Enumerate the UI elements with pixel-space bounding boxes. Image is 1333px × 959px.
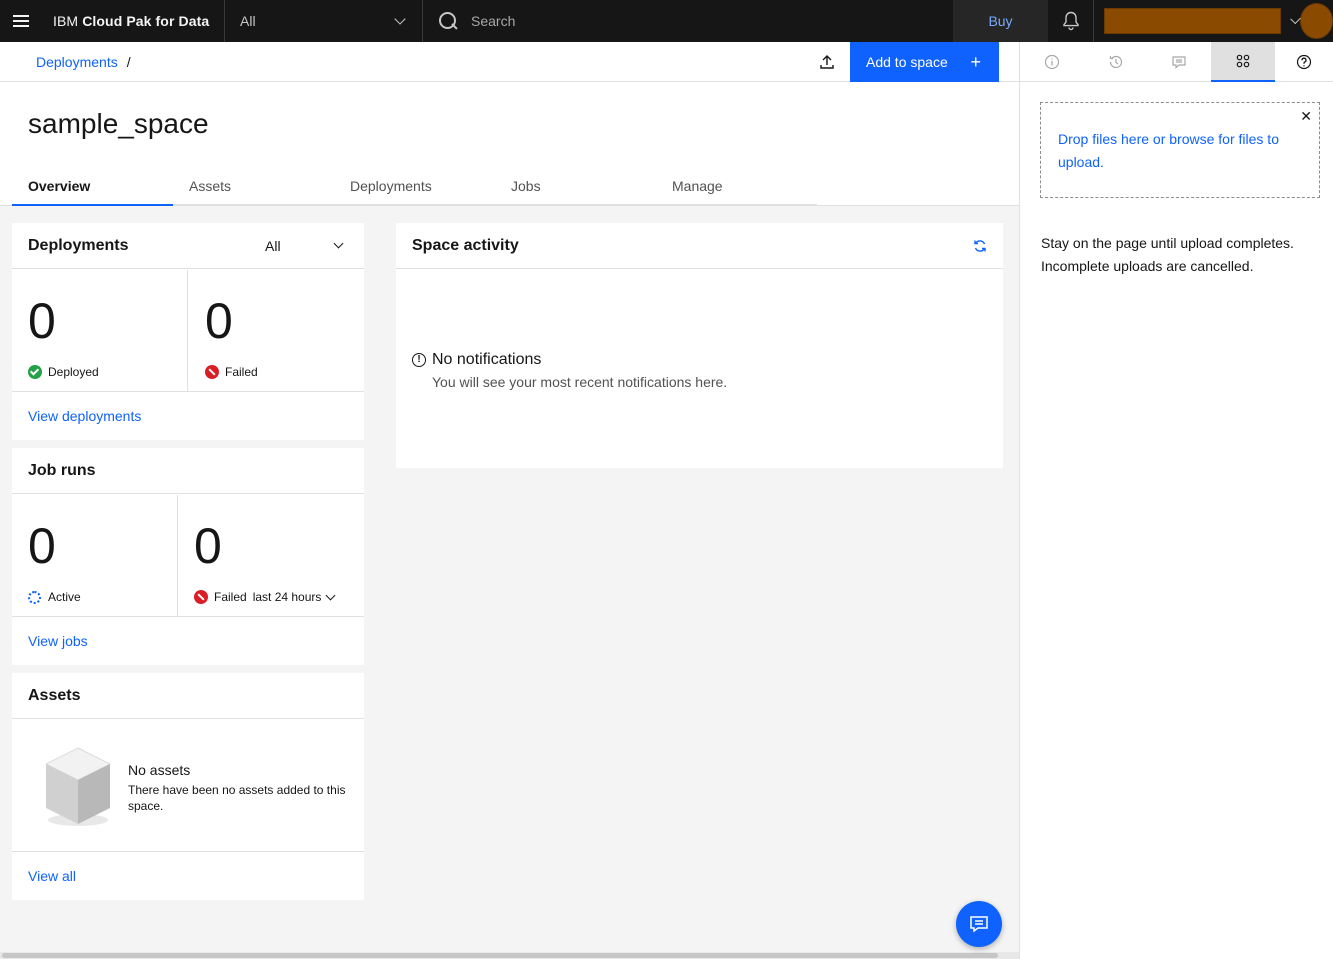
data-assets-icon[interactable] [1211,42,1276,82]
tab-assets[interactable]: Assets [173,174,334,206]
info-icon: ! [412,353,426,367]
period-value: last 24 hours [252,590,322,604]
tab-jobs[interactable]: Jobs [495,174,656,206]
add-to-space-button[interactable]: Add to space + [850,41,999,82]
notifications-empty-title: No notifications [432,351,542,368]
assets-card-title: Assets [28,686,81,704]
add-to-space-label: Add to space [866,53,948,70]
view-jobs-link[interactable]: View jobs [28,633,88,649]
error-icon [194,590,208,604]
notifications-icon[interactable] [1048,0,1093,42]
space-activity-title: Space activity [412,236,519,254]
in-progress-icon [28,590,41,604]
upload-note: Stay on the page until upload completes.… [1041,235,1294,274]
scope-dropdown[interactable]: All [224,0,423,42]
avatar[interactable] [1299,3,1333,39]
chevron-down-icon [394,13,406,25]
tab-bar: Overview Assets Deployments Jobs Manage [12,174,817,206]
scrollbar-thumb[interactable] [2,953,998,958]
job-failed-metric: 0 Failed last 24 hours [194,518,336,604]
error-icon [205,365,219,379]
assets-empty-text: There have been no assets added to this … [128,783,346,813]
job-runs-card: Job runs 0 Active 0 Failed last 24 hours [12,448,364,665]
view-all-assets-link[interactable]: View all [28,868,76,884]
notifications-empty-state: ! No notifications You will see your mos… [412,351,727,390]
box-icon [42,744,114,830]
history-icon[interactable] [1084,42,1148,82]
page-title: sample_space [28,108,209,139]
info-icon[interactable] [1020,42,1084,82]
deployments-metrics: 0 Deployed 0 Failed [12,270,364,392]
job-runs-metrics: 0 Active 0 Failed last 24 hours [12,495,364,617]
side-panel: ✕ Drop files here or browse for files to… [1019,42,1333,959]
deployments-filter-dropdown[interactable]: All [254,238,364,254]
active-metric: 0 Active [28,521,81,604]
deployments-filter-value: All [265,237,281,254]
plus-icon: + [970,51,981,72]
deployments-card-header: Deployments All [12,223,364,269]
assets-empty-title: No assets [128,762,191,778]
tab-overview[interactable]: Overview [12,174,173,206]
brand-name: Cloud Pak for Data [82,13,210,29]
search-icon [439,12,457,30]
failed-count: 0 [205,293,233,349]
chevron-down-icon [333,238,344,249]
brand-prefix: IBM [53,13,79,29]
help-icon[interactable] [1275,42,1333,82]
space-activity-card: Space activity ! No notifications You wi… [396,223,1003,468]
failed-metric: 0 Failed [205,296,258,379]
tab-deployments[interactable]: Deployments [334,174,495,206]
search-bar [423,0,908,42]
notifications-empty-text: You will see your most recent notificati… [432,374,728,390]
assets-card-header: Assets [12,673,364,719]
horizontal-scrollbar[interactable] [0,952,1019,959]
active-count: 0 [28,518,56,574]
account-switcher[interactable] [1093,0,1333,42]
deployed-count: 0 [28,293,56,349]
scope-value: All [240,13,256,29]
buy-button[interactable]: Buy [953,0,1048,42]
drop-files-link[interactable]: Drop files here or browse for files to u… [1058,128,1303,174]
view-deployments-link[interactable]: View deployments [28,408,141,424]
deployments-card: Deployments All 0 Deployed 0 Failed View… [12,223,364,440]
chevron-down-icon [325,590,336,600]
period-dropdown[interactable]: last 24 hours [252,590,336,604]
job-failed-label: Failed [214,590,247,604]
tab-manage[interactable]: Manage [656,174,817,206]
assets-empty-state: No assets There have been no assets adde… [12,720,364,852]
file-drop-zone[interactable]: ✕ Drop files here or browse for files to… [1040,102,1320,198]
comments-icon[interactable] [1148,42,1212,82]
menu-icon[interactable] [0,0,42,42]
job-failed-count: 0 [194,518,222,574]
deployed-label: Deployed [48,365,99,379]
checkmark-icon [28,365,42,379]
active-label: Active [48,590,81,604]
account-name-redacted [1104,8,1282,34]
top-header: IBMCloud Pak for Data All Buy [0,0,1333,42]
job-runs-card-header: Job runs [12,448,364,494]
job-runs-card-title: Job runs [28,461,96,479]
breadcrumb: Deployments / Add to space + [0,41,1019,82]
assets-card: Assets No assets There have been no asse… [12,673,364,900]
divider [187,270,188,392]
refresh-icon[interactable] [973,239,987,253]
search-input[interactable] [471,13,871,29]
main-content: Deployments / Add to space + sample_spac… [0,41,1019,959]
breadcrumb-deployments[interactable]: Deployments [36,54,118,70]
deployments-card-title: Deployments [28,236,129,254]
failed-label: Failed [225,365,258,379]
space-activity-header: Space activity [396,223,1003,269]
breadcrumb-separator: / [126,53,131,70]
close-icon[interactable]: ✕ [1300,108,1312,125]
brand-title[interactable]: IBM Cloud Pak for Data [42,0,224,42]
upload-icon[interactable] [804,42,850,82]
divider [177,495,178,617]
chat-button[interactable] [956,901,1002,947]
side-panel-tabs [1020,42,1333,82]
deployed-metric: 0 Deployed [28,296,99,379]
